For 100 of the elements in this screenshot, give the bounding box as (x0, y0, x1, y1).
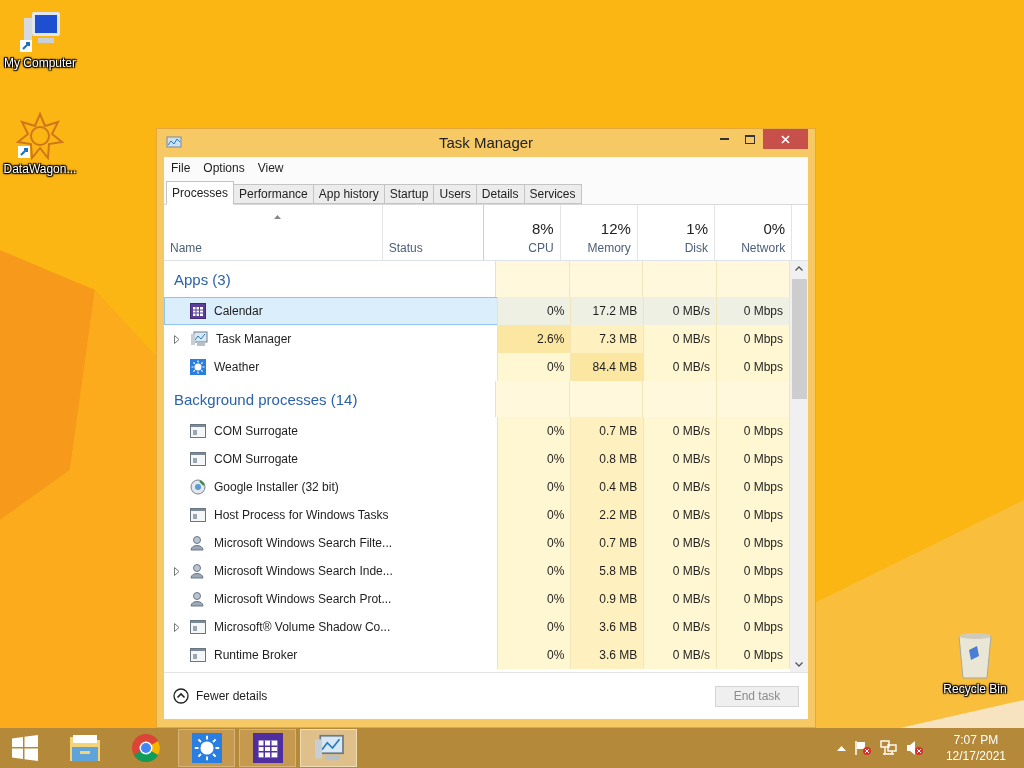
cpu-cell: 0% (498, 417, 572, 445)
memory-cell: 7.3 MB (571, 325, 645, 353)
column-header[interactable]: Network (741, 241, 786, 255)
disk-cell: 0 MB/s (644, 641, 718, 669)
column-header[interactable]: CPU (528, 241, 554, 255)
disk-cell: 0 MB/s (644, 501, 718, 529)
process-row[interactable]: Calendar 0% 17.2 MB 0 MB/s 0 Mbps (164, 297, 790, 325)
vertical-scrollbar[interactable] (790, 261, 808, 672)
memory-cell: 3.6 MB (571, 641, 645, 669)
column-usage-percent: 8% (532, 220, 554, 237)
cpu-cell: 0% (498, 445, 572, 473)
calendar-icon (190, 303, 206, 319)
disk-cell: 0 MB/s (644, 585, 718, 613)
memory-cell: 0.8 MB (571, 445, 645, 473)
memory-cell: 0.9 MB (571, 585, 645, 613)
process-name: Microsoft Windows Search Inde... (214, 564, 393, 578)
process-name: Weather (214, 360, 260, 374)
app-window-icon (190, 452, 206, 466)
process-row[interactable]: Microsoft® Volume Shadow Co... 0% 3.6 MB 0 MB/s 0 Mbps (164, 613, 790, 641)
column-header[interactable]: Disk (684, 241, 708, 255)
cpu-cell: 0% (498, 529, 572, 557)
disk-cell: 0 MB/s (644, 529, 718, 557)
process-row[interactable]: Runtime Broker 0% 3.6 MB 0 MB/s 0 Mbps (164, 641, 790, 669)
column-usage-percent: 1% (686, 220, 708, 237)
process-name: Microsoft Windows Search Filte... (214, 536, 393, 550)
network-cell: 0 Mbps (717, 445, 790, 473)
disk-cell: 0 MB/s (644, 297, 718, 325)
menu-item[interactable]: File (171, 161, 191, 175)
network-cell: 0 Mbps (717, 473, 790, 501)
process-row[interactable]: COM Surrogate 0% 0.8 MB 0 MB/s 0 Mbps (164, 445, 790, 473)
process-row[interactable]: Host Process for Windows Tasks 0% 2.2 MB 0 MB/s 0 Mbps (164, 501, 790, 529)
sort-caret-icon (274, 215, 281, 219)
menu-item[interactable]: Options (203, 161, 245, 175)
process-name: Calendar (214, 304, 263, 318)
expand-arrow-icon[interactable] (174, 566, 180, 576)
monitor-chart-icon (312, 734, 345, 762)
group-header: Background processes (14) (174, 390, 358, 408)
sun-icon (190, 359, 206, 375)
app-window-icon (190, 620, 206, 634)
monitor-chart-icon (190, 331, 208, 347)
memory-cell: 0.7 MB (571, 529, 645, 557)
app-window-icon (190, 424, 206, 438)
person-search-icon (190, 563, 206, 579)
disk-cell: 0 MB/s (644, 353, 718, 381)
memory-cell: 5.8 MB (571, 557, 645, 585)
show-hidden-icons-icon[interactable] (836, 745, 846, 751)
expand-arrow-icon[interactable] (174, 334, 180, 344)
cpu-cell: 0% (498, 297, 572, 325)
process-name: COM Surrogate (214, 452, 299, 466)
column-header[interactable]: Status (388, 241, 477, 255)
speaker-muted-icon[interactable] (905, 740, 924, 756)
column-header[interactable]: Memory (587, 241, 631, 255)
network-cell: 0 Mbps (717, 529, 790, 557)
star-emblem-icon[interactable] (16, 112, 64, 160)
scrollbar-thumb[interactable] (791, 279, 807, 399)
process-row[interactable]: Microsoft Windows Search Filte... 0% 0.7 MB 0 MB/s 0 Mbps (164, 529, 790, 557)
tab[interactable]: Processes (166, 181, 235, 205)
scroll-up-icon[interactable] (795, 266, 803, 271)
calendar-icon (252, 733, 283, 763)
process-row[interactable]: Microsoft Windows Search Inde... 0% 5.8 MB 0 MB/s 0 Mbps (164, 557, 790, 585)
cpu-cell: 0% (498, 473, 572, 501)
taskbar-button[interactable] (239, 729, 296, 767)
process-row[interactable]: Microsoft Windows Search Prot... 0% 0.9 MB 0 MB/s 0 Mbps (164, 585, 790, 613)
tab[interactable]: Users (433, 184, 477, 204)
tab[interactable]: Startup (383, 184, 435, 204)
process-row[interactable]: COM Surrogate 0% 0.7 MB 0 MB/s 0 Mbps (164, 417, 790, 445)
process-name: Microsoft® Volume Shadow Co... (214, 620, 391, 634)
column-header[interactable]: Name (170, 241, 376, 255)
cpu-cell: 0% (498, 613, 572, 641)
network-cell: 0 Mbps (717, 557, 790, 585)
person-search-icon (190, 591, 206, 607)
network-icon[interactable] (879, 740, 898, 756)
process-row[interactable]: Google Installer (32 bit) 0% 0.4 MB 0 MB/s 0 Mbps (164, 473, 790, 501)
memory-cell: 17.2 MB (571, 297, 645, 325)
scroll-down-icon[interactable] (795, 662, 803, 667)
menu-item[interactable]: View (257, 161, 284, 175)
tab[interactable]: Services (523, 184, 582, 204)
disk-cell: 0 MB/s (644, 417, 718, 445)
tab[interactable]: Performance (233, 184, 314, 204)
tab[interactable]: App history (312, 184, 385, 204)
flag-alert-icon[interactable] (853, 740, 872, 756)
monitor-chart-icon (166, 136, 182, 150)
process-row[interactable]: Task Manager 2.6% 7.3 MB 0 MB/s 0 Mbps (164, 325, 790, 353)
close-icon (781, 134, 790, 144)
clock-date: 12/17/2021 (945, 748, 1006, 764)
app-window-icon (190, 648, 206, 662)
process-row[interactable]: Weather 0% 84.4 MB 0 MB/s 0 Mbps (164, 353, 790, 381)
memory-cell: 0.7 MB (571, 417, 645, 445)
app-window-icon (190, 508, 206, 522)
tab[interactable]: Details (475, 184, 525, 204)
process-name: Google Installer (32 bit) (214, 480, 339, 494)
taskbar-button[interactable] (178, 729, 235, 767)
process-name: Task Manager (216, 332, 292, 346)
fewer-details-link[interactable]: Fewer details (173, 688, 268, 704)
recycle-bin-icon[interactable] (957, 632, 993, 680)
expand-arrow-icon[interactable] (174, 622, 180, 632)
network-cell: 0 Mbps (717, 417, 790, 445)
cpu-cell: 0% (498, 501, 572, 529)
windows-logo-icon (12, 735, 38, 761)
network-cell: 0 Mbps (717, 325, 790, 353)
